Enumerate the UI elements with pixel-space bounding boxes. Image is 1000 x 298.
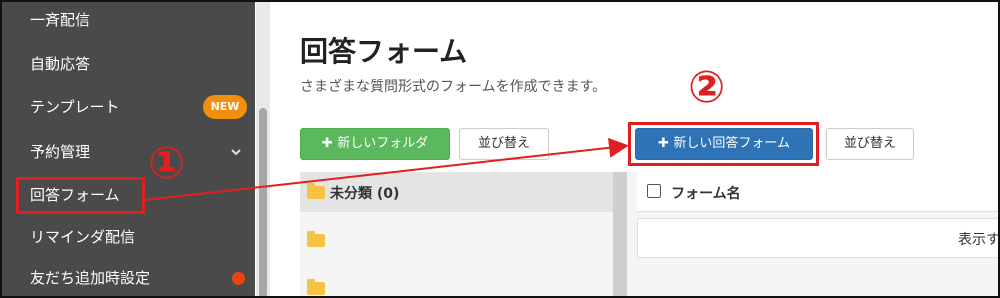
annotation-arrow (144, 137, 629, 201)
